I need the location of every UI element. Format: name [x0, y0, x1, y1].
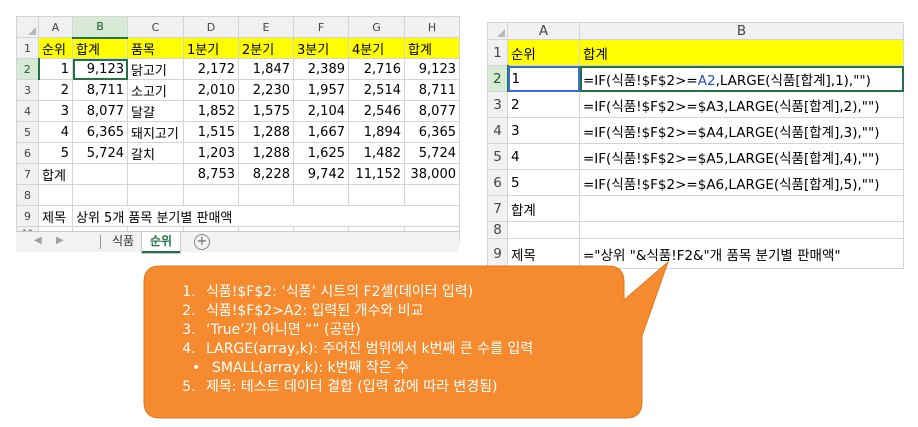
callout-item: ‘True’가 아니면 “” (공란) [200, 321, 618, 340]
callout-item: LARGE(array,k): 주어진 범위에서 k번째 큰 수를 입력 [200, 340, 618, 359]
callout-list: 식품!$F$2: ‘식품’ 시트의 F2셀(데이터 입력) 식품!$F$2>A2… [178, 283, 618, 397]
callout-item: 식품!$F$2: ‘식품’ 시트의 F2셀(데이터 입력) [200, 283, 618, 302]
callout-item: 제목: 테스트 데이터 결합 (입력 값에 따라 변경됨) [200, 378, 618, 397]
callout-sub-item: SMALL(array,k): k번째 작은 수 [178, 359, 618, 378]
callout-item: 식품!$F$2>A2: 입력된 개수와 비교 [200, 302, 618, 321]
callout-text: 식품!$F$2: ‘식품’ 시트의 F2셀(데이터 입력) 식품!$F$2>A2… [178, 283, 618, 397]
